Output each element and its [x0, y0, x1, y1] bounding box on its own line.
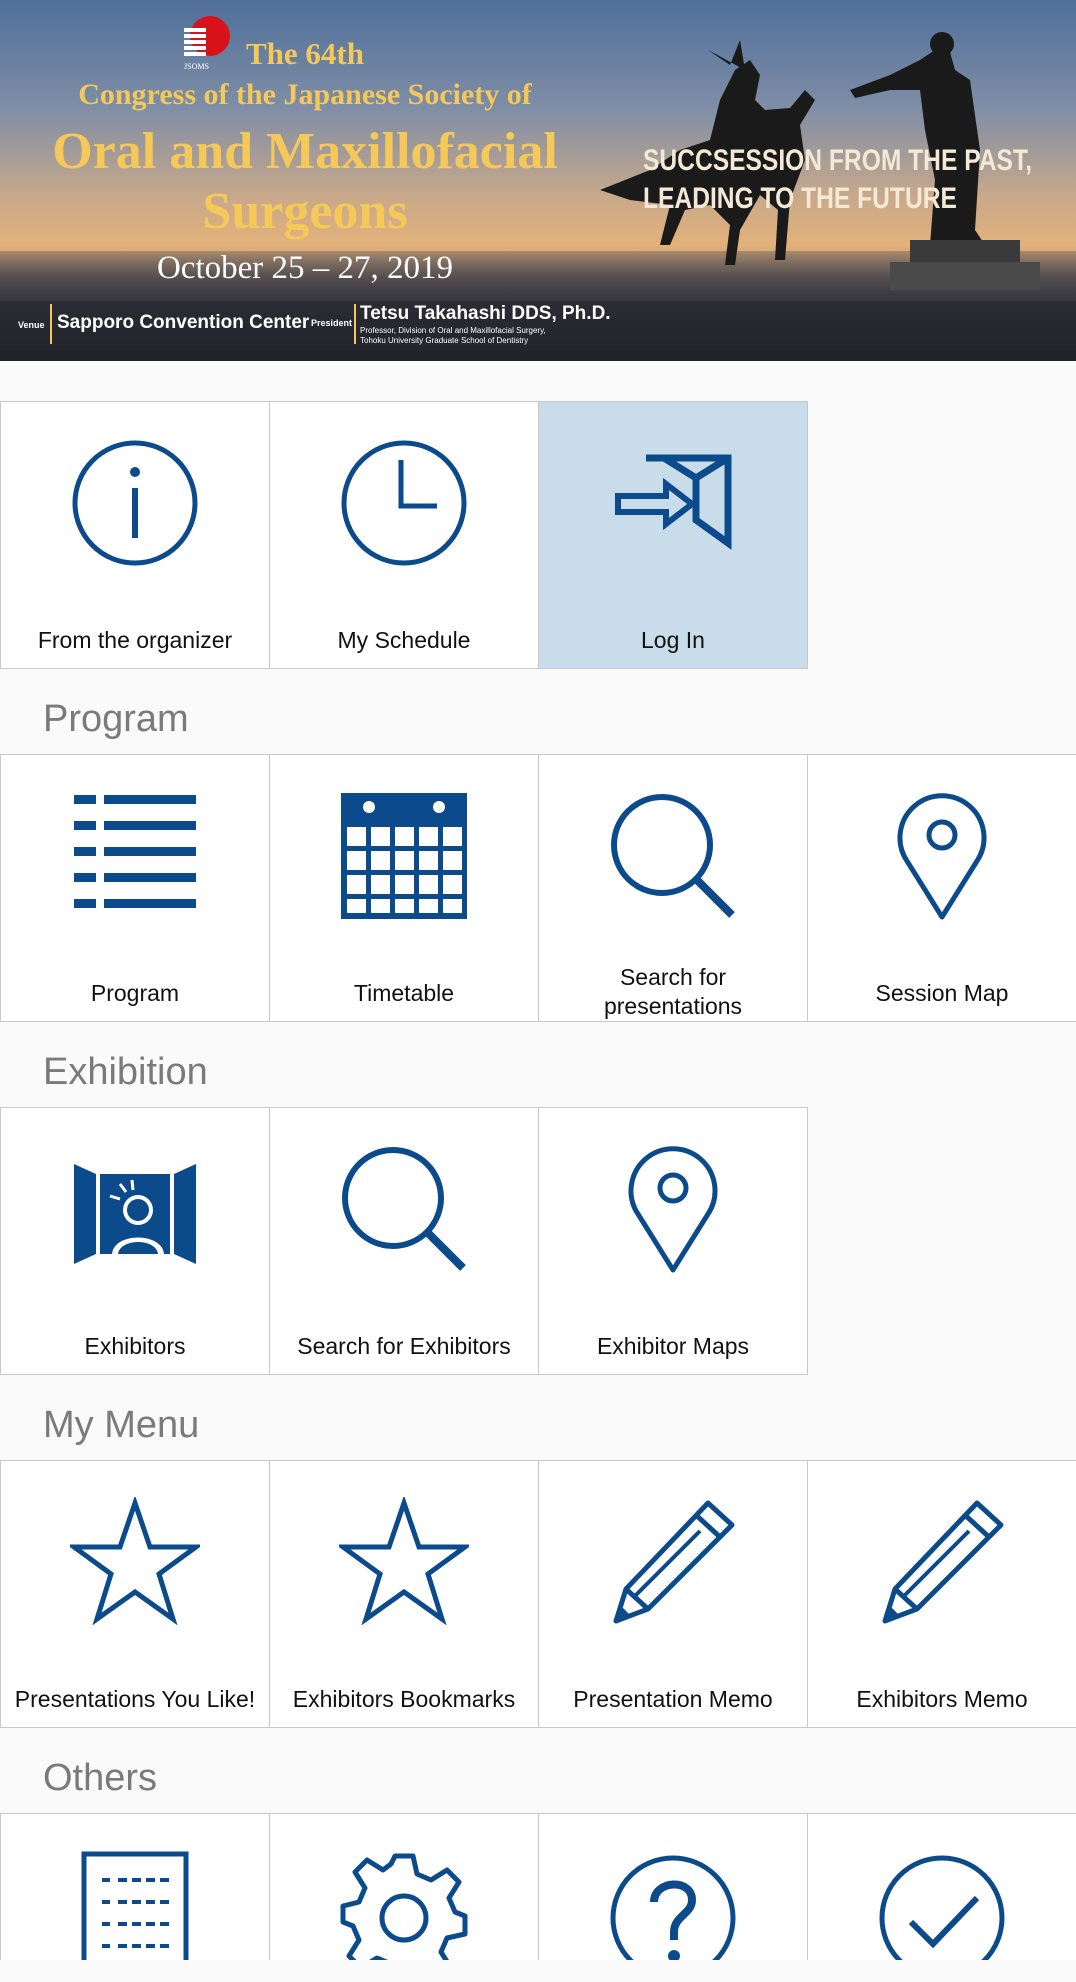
section-title-my-menu: My Menu [43, 1404, 200, 1446]
tile-label: Presentations You Like! [14, 1686, 256, 1712]
menu-tile-timetable[interactable]: Timetable [269, 754, 539, 1022]
society-title-line1: Oral and Maxillofacial [52, 123, 558, 180]
tile-label: My Schedule [337, 627, 471, 653]
venue-name: Sapporo Convention Center [57, 312, 310, 333]
menu-tile-search-for-presentations[interactable]: Search for presentations [538, 754, 808, 1022]
map-pin-icon [628, 1146, 718, 1273]
congress-heading: Congress of the Japanese Society of [78, 78, 532, 111]
tile-label-line1: Search for [619, 964, 727, 990]
president-name: Tetsu Takahashi DDS, Ph.D. [360, 303, 611, 324]
tile-label: Search for presentations [539, 963, 807, 1021]
tile-label: Presentation Memo [573, 1686, 773, 1712]
menu-tile-from-the-organizer[interactable]: From the organizer [0, 401, 270, 669]
edition-heading: The 64th [246, 36, 364, 71]
menu-tile-exhibitors-bookmarks[interactable]: Exhibitors Bookmarks [269, 1460, 539, 1728]
exhibitor-booth-icon [74, 1164, 196, 1264]
tile-label: Timetable [353, 980, 455, 1006]
menu-tile-my-schedule[interactable]: My Schedule [269, 401, 539, 669]
pencil-icon [882, 1500, 1004, 1624]
info-icon [72, 440, 198, 566]
svg-text:JSOMS: JSOMS [184, 62, 209, 71]
tile-label: Exhibitors Memo [856, 1686, 1028, 1712]
section-title-exhibition: Exhibition [43, 1051, 208, 1093]
president-affiliation-1: Professor, Division of Oral and Maxillof… [360, 326, 546, 335]
menu-tile-program[interactable]: Program [0, 754, 270, 1022]
president-label: President [311, 318, 353, 328]
clock-icon [341, 440, 467, 566]
search-icon [342, 1147, 466, 1271]
tile-label: Log In [641, 627, 705, 653]
pencil-icon [613, 1500, 735, 1624]
tile-label: Search for Exhibitors [297, 1333, 511, 1359]
menu-tile-exhibitors-memo[interactable]: Exhibitors Memo [807, 1460, 1076, 1728]
menu-tile-others-2[interactable] [269, 1813, 539, 1982]
section-title-others: Others [43, 1757, 158, 1799]
tile-label: Exhibitors Bookmarks [292, 1686, 516, 1712]
president-divider [354, 304, 356, 344]
congress-dates: October 25 – 27, 2019 [156, 250, 454, 286]
star-icon [70, 1497, 200, 1626]
login-icon [615, 454, 732, 550]
calendar-icon [341, 793, 467, 919]
congress-banner: JSOMS The 64th Congress of the Japanese … [0, 0, 1076, 361]
tile-label: Exhibitor Maps [596, 1333, 750, 1359]
menu-tile-others-4[interactable] [807, 1813, 1076, 1982]
venue-label: Venue [18, 320, 45, 330]
venue-divider [50, 304, 52, 344]
star-icon [339, 1497, 469, 1626]
society-title-line2: Surgeons [202, 183, 408, 240]
tile-label: Exhibitors [84, 1333, 186, 1359]
slogan-line2: LEADING TO THE FUTURE [643, 182, 957, 215]
tile-label: Program [90, 980, 180, 1006]
menu-tile-presentations-you-like[interactable]: Presentations You Like! [0, 1460, 270, 1728]
tile-label: Session Map [875, 980, 1009, 1006]
search-icon [611, 794, 735, 918]
slogan-line1: SUCCSESSION FROM THE PAST, [643, 144, 1033, 177]
menu-tile-log-in[interactable]: Log In [538, 401, 808, 669]
menu-tile-exhibitor-maps[interactable]: Exhibitor Maps [538, 1107, 808, 1375]
menu-tile-session-map[interactable]: Session Map [807, 754, 1076, 1022]
menu-tile-others-1[interactable] [0, 1813, 270, 1982]
menu-tile-exhibitors[interactable]: Exhibitors [0, 1107, 270, 1375]
menu-tile-presentation-memo[interactable]: Presentation Memo [538, 1460, 808, 1728]
list-icon [74, 795, 196, 908]
menu-tile-others-3[interactable] [538, 1813, 808, 1982]
president-affiliation-2: Tohoku University Graduate School of Den… [360, 336, 529, 345]
jsoms-logo-icon: JSOMS [184, 16, 230, 71]
section-title-program: Program [43, 698, 189, 740]
map-pin-icon [897, 793, 987, 920]
society-title: Oral and Maxillofacial Surgeons [0, 122, 610, 242]
menu-tile-search-for-exhibitors[interactable]: Search for Exhibitors [269, 1107, 539, 1375]
bottom-edge [0, 1960, 1076, 1982]
tile-label-line2: presentations [603, 993, 743, 1019]
tile-label: From the organizer [37, 627, 233, 653]
